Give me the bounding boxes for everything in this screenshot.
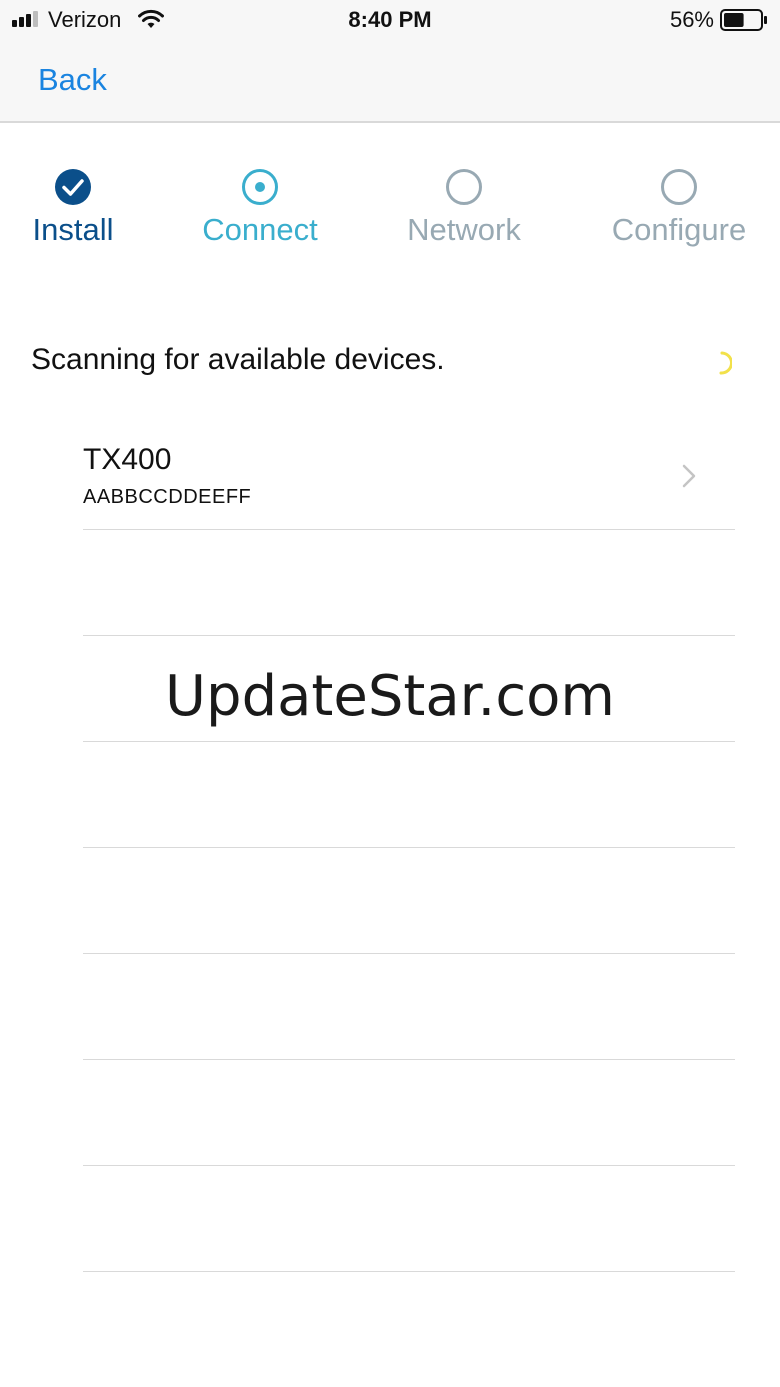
empty-list-row — [83, 1166, 735, 1272]
step-connect: Connect — [160, 168, 360, 248]
empty-circle-icon — [661, 169, 697, 205]
step-label: Install — [32, 212, 114, 247]
step-label: Network — [407, 212, 521, 247]
empty-list-row — [83, 742, 735, 848]
back-button[interactable]: Back — [38, 62, 107, 98]
battery-icon — [720, 9, 767, 31]
chevron-right-icon — [682, 464, 696, 488]
status-time: 8:40 PM — [348, 7, 432, 32]
step-label: Connect — [202, 212, 318, 247]
step-configure: Configure — [579, 168, 779, 248]
step-install: Install — [0, 168, 173, 248]
device-row-tx400[interactable]: TX400 AABBCCDDEEFF — [83, 425, 735, 530]
watermark-text: UpdateStar.com — [165, 664, 615, 729]
empty-list-row — [83, 1060, 735, 1166]
device-id: AABBCCDDEEFF — [83, 486, 252, 508]
device-name: TX400 — [83, 443, 172, 476]
navigation-bar: Back — [0, 40, 780, 123]
dot-circle-icon — [242, 169, 278, 205]
empty-list-row — [83, 848, 735, 954]
step-label: Configure — [611, 212, 747, 247]
device-list: TX400 AABBCCDDEEFF — [83, 425, 735, 1272]
check-circle-icon — [55, 169, 91, 205]
scan-status-text: Scanning for available devices. — [31, 343, 445, 376]
step-network: Network — [364, 168, 564, 248]
empty-list-row — [83, 530, 735, 636]
empty-circle-icon — [446, 169, 482, 205]
loading-spinner-icon — [719, 351, 732, 375]
empty-list-row — [83, 954, 735, 1060]
status-bar: Verizon 8:40 PM 56% — [0, 0, 780, 40]
battery-percentage: 56% — [669, 7, 714, 32]
